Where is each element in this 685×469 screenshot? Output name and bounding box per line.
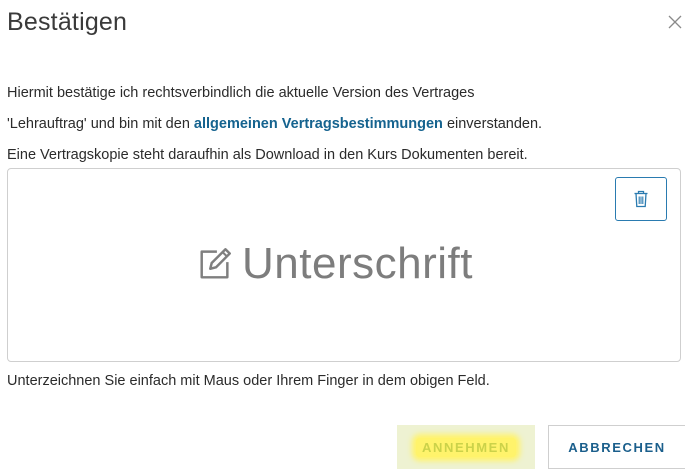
message-line-3: Eine Vertragskopie steht daraufhin als D… <box>7 147 528 163</box>
message-line-2-before: 'Lehrauftrag' und bin mit den <box>7 116 194 132</box>
trash-icon <box>634 190 648 208</box>
clear-signature-button[interactable] <box>615 177 667 221</box>
close-button[interactable] <box>667 14 685 36</box>
message-line-2: 'Lehrauftrag' und bin mit den allgemeine… <box>7 109 683 140</box>
confirm-dialog: Bestätigen Hiermit bestätige ich rechtsv… <box>0 0 685 469</box>
accept-button[interactable]: ANNEHMEN <box>397 425 535 469</box>
signature-placeholder: Unterschrift <box>196 239 473 289</box>
accept-button-label: ANNEHMEN <box>416 437 516 457</box>
signature-placeholder-text: Unterschrift <box>242 239 473 288</box>
message-line-1: Hiermit bestätige ich rechtsverbindlich … <box>7 85 475 101</box>
dialog-title: Bestätigen <box>7 8 128 36</box>
contract-terms-link[interactable]: allgemeinen Vertragsbestimmungen <box>194 116 443 132</box>
cancel-button[interactable]: ABBRECHEN <box>548 425 685 469</box>
edit-icon <box>200 248 231 279</box>
signature-hint: Unterzeichnen Sie einfach mit Maus oder … <box>7 373 490 389</box>
close-icon <box>668 15 682 29</box>
message-line-2-after: einverstanden. <box>442 116 543 132</box>
dialog-message: Hiermit bestätige ich rechtsverbindlich … <box>7 78 683 171</box>
signature-pad[interactable]: Unterschrift <box>7 168 681 362</box>
